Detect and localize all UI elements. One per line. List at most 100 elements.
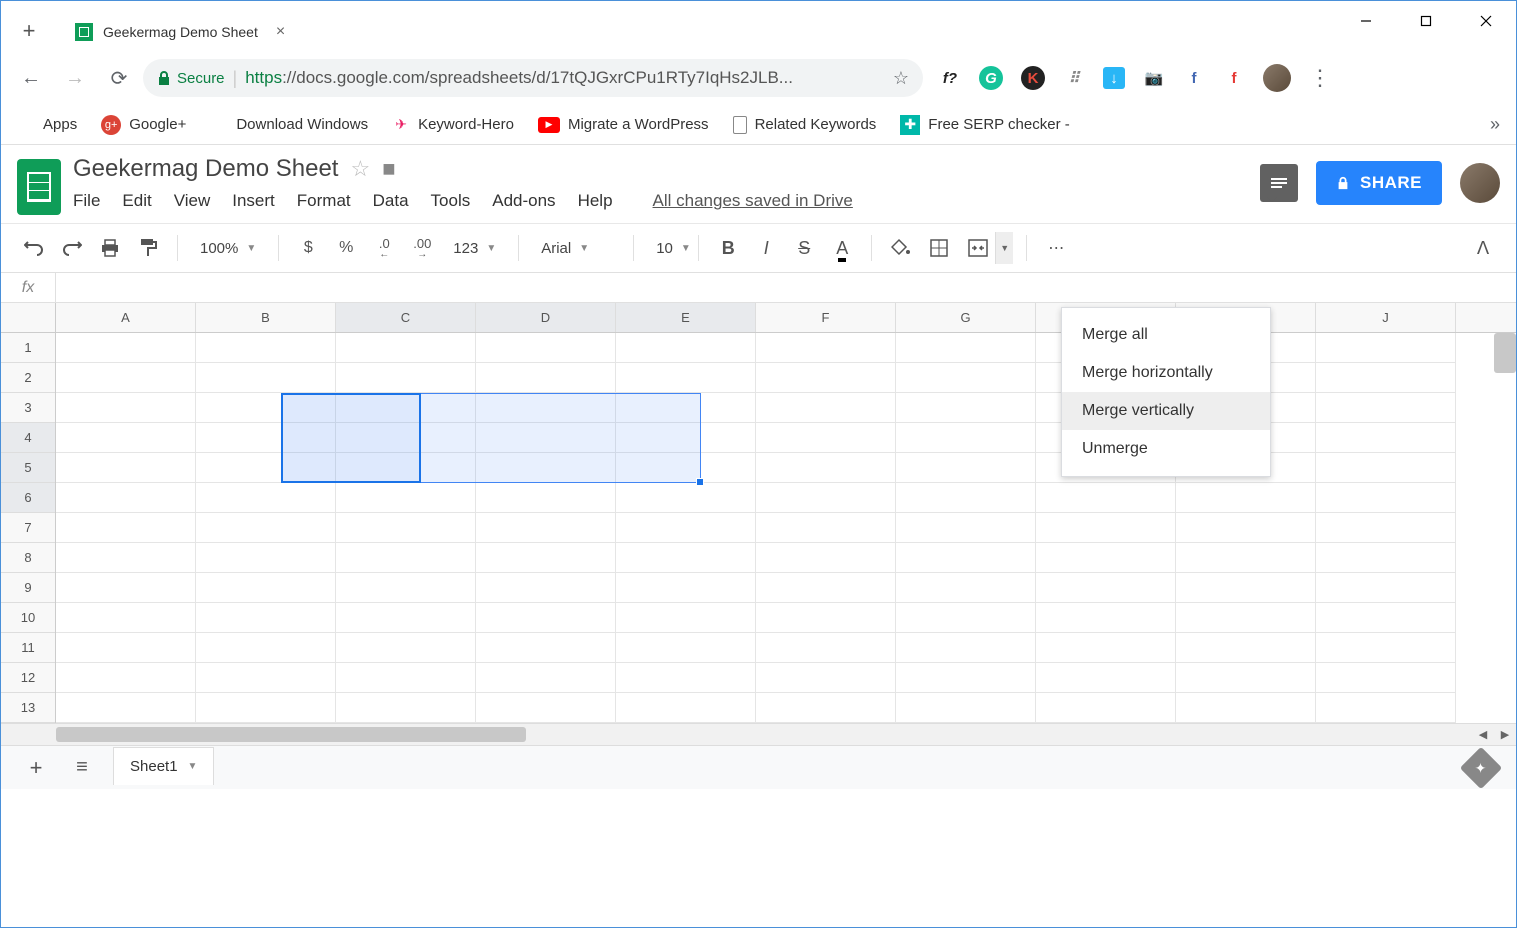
cell[interactable]	[1176, 543, 1316, 573]
cell[interactable]	[896, 693, 1036, 723]
percent-button[interactable]: %	[329, 232, 363, 264]
back-button[interactable]: ←	[11, 58, 51, 98]
paint-format-button[interactable]	[131, 232, 165, 264]
add-sheet-button[interactable]: +	[21, 753, 51, 783]
cell[interactable]	[896, 573, 1036, 603]
cell[interactable]	[896, 483, 1036, 513]
selection-handle[interactable]	[696, 478, 704, 486]
save-status[interactable]: All changes saved in Drive	[653, 191, 853, 211]
cell[interactable]	[896, 453, 1036, 483]
cell[interactable]	[336, 363, 476, 393]
number-format-dropdown[interactable]: 123▼	[443, 240, 506, 257]
document-title[interactable]: Geekermag Demo Sheet	[73, 155, 338, 183]
row-header-2[interactable]: 2	[1, 363, 55, 393]
currency-button[interactable]: $	[291, 232, 325, 264]
sheet-tab-active[interactable]: Sheet1 ▼	[113, 747, 214, 785]
cell[interactable]	[756, 693, 896, 723]
cell[interactable]	[1316, 453, 1456, 483]
reload-button[interactable]: ⟳	[99, 58, 139, 98]
cell[interactable]	[896, 603, 1036, 633]
cell[interactable]	[1176, 603, 1316, 633]
cell[interactable]	[756, 603, 896, 633]
cell[interactable]	[1176, 513, 1316, 543]
bold-button[interactable]: B	[711, 232, 745, 264]
cell[interactable]	[196, 333, 336, 363]
fx-icon[interactable]: fx	[1, 273, 56, 302]
row-header-6[interactable]: 6	[1, 483, 55, 513]
column-header-c[interactable]: C	[336, 303, 476, 332]
cell[interactable]	[616, 663, 756, 693]
all-sheets-button[interactable]: ≡	[67, 753, 97, 783]
cell[interactable]	[1036, 543, 1176, 573]
menu-tools[interactable]: Tools	[431, 191, 471, 211]
cell[interactable]	[616, 573, 756, 603]
cell[interactable]	[196, 513, 336, 543]
cell[interactable]	[1316, 633, 1456, 663]
cell[interactable]	[756, 423, 896, 453]
cell[interactable]	[336, 333, 476, 363]
cell[interactable]	[336, 483, 476, 513]
cell[interactable]	[756, 363, 896, 393]
cell[interactable]	[1176, 663, 1316, 693]
forward-button[interactable]: →	[55, 58, 95, 98]
cell[interactable]	[476, 483, 616, 513]
bookmark-apps[interactable]: Apps	[17, 116, 77, 134]
scroll-thumb[interactable]	[56, 727, 526, 742]
cell[interactable]	[616, 513, 756, 543]
cell[interactable]	[896, 513, 1036, 543]
cell[interactable]	[616, 693, 756, 723]
undo-button[interactable]	[17, 232, 51, 264]
cell[interactable]	[896, 423, 1036, 453]
merge-vertically-item[interactable]: Merge vertically	[1062, 392, 1270, 430]
cell[interactable]	[336, 543, 476, 573]
cell[interactable]	[1036, 603, 1176, 633]
strikethrough-button[interactable]: S	[787, 232, 821, 264]
bookmark-migrate-wordpress[interactable]: ▶ Migrate a WordPress	[538, 116, 709, 133]
cell[interactable]	[196, 693, 336, 723]
cell[interactable]	[1176, 633, 1316, 663]
menu-format[interactable]: Format	[297, 191, 351, 211]
italic-button[interactable]: I	[749, 232, 783, 264]
cell[interactable]	[756, 453, 896, 483]
browser-profile-avatar[interactable]	[1263, 64, 1291, 92]
menu-help[interactable]: Help	[578, 191, 613, 211]
cell[interactable]	[1316, 363, 1456, 393]
cell[interactable]	[1036, 483, 1176, 513]
bookmarks-overflow-icon[interactable]: »	[1490, 114, 1500, 135]
cell[interactable]	[336, 573, 476, 603]
close-button[interactable]	[1456, 1, 1516, 41]
row-header-8[interactable]: 8	[1, 543, 55, 573]
cell[interactable]	[336, 513, 476, 543]
cell[interactable]	[756, 393, 896, 423]
cell[interactable]	[756, 513, 896, 543]
cell[interactable]	[56, 573, 196, 603]
cell[interactable]	[1036, 633, 1176, 663]
cell[interactable]	[56, 633, 196, 663]
star-icon[interactable]: ☆	[350, 156, 370, 182]
menu-view[interactable]: View	[174, 191, 211, 211]
row-header-3[interactable]: 3	[1, 393, 55, 423]
column-header-d[interactable]: D	[476, 303, 616, 332]
cell[interactable]	[896, 363, 1036, 393]
cell[interactable]	[56, 393, 196, 423]
merge-dropdown-arrow[interactable]: ▼	[995, 232, 1013, 264]
cell[interactable]	[1176, 573, 1316, 603]
cell[interactable]	[1036, 513, 1176, 543]
cell[interactable]	[336, 633, 476, 663]
cell[interactable]	[196, 633, 336, 663]
cell[interactable]	[616, 543, 756, 573]
cell[interactable]	[1316, 693, 1456, 723]
merge-all-item[interactable]: Merge all	[1062, 316, 1270, 354]
cell[interactable]	[56, 603, 196, 633]
cells-area[interactable]	[56, 333, 1516, 723]
cell[interactable]	[616, 363, 756, 393]
extension-icon-k[interactable]: K	[1021, 66, 1045, 90]
cell[interactable]	[756, 483, 896, 513]
explore-button[interactable]: ✦	[1460, 746, 1502, 788]
cell[interactable]	[896, 663, 1036, 693]
cell[interactable]	[476, 633, 616, 663]
whatfont-extension-icon[interactable]: f?	[939, 67, 961, 89]
bookmark-download-windows[interactable]: Download Windows	[210, 116, 368, 134]
menu-data[interactable]: Data	[373, 191, 409, 211]
user-avatar[interactable]	[1460, 163, 1500, 203]
